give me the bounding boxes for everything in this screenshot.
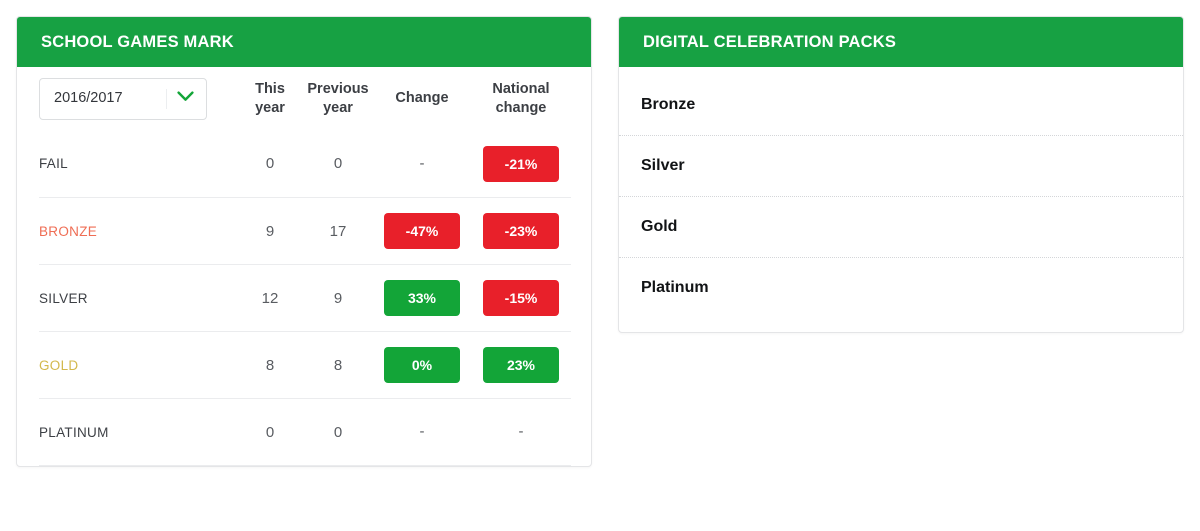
row-label-fail: FAIL	[39, 156, 68, 172]
year-select-cell: 2016/2017	[39, 67, 237, 131]
list-item[interactable]: Gold	[619, 195, 1183, 257]
cell-this-year: 8	[237, 331, 303, 399]
digital-celebration-packs-card: DIGITAL CELEBRATION PACKS Bronze Silver …	[618, 16, 1184, 333]
table-row: GOLD 8 8 0% 23%	[39, 331, 571, 399]
column-header-national-change: National change	[471, 67, 571, 131]
table-row: FAIL 0 0 - -21%	[39, 131, 571, 198]
column-header-this-year: This year	[237, 67, 303, 131]
year-select-value: 2016/2017	[54, 90, 123, 107]
pack-item-label: Gold	[641, 217, 678, 235]
column-header-change-label: Change	[395, 90, 449, 107]
cell-previous-year: 0	[303, 398, 373, 466]
table-header-row: 2016/2017 This year Previous year Change…	[39, 67, 571, 131]
year-select-divider	[166, 88, 167, 109]
school-games-mark-table: 2016/2017 This year Previous year Change…	[39, 67, 571, 466]
national-change-value: -	[518, 423, 524, 440]
pack-item-label: Bronze	[641, 95, 696, 113]
cell-change: 0%	[373, 331, 471, 399]
school-games-mark-card: SCHOOL GAMES MARK 2016/2017 This year Pr…	[16, 16, 592, 467]
cell-this-year: 0	[237, 398, 303, 466]
cell-change: -	[373, 131, 471, 198]
school-games-mark-title: SCHOOL GAMES MARK	[17, 17, 591, 67]
cell-national-change: -23%	[471, 197, 571, 265]
cell-this-year: 0	[265, 155, 275, 173]
dashboard-page: SCHOOL GAMES MARK 2016/2017 This year Pr…	[0, 0, 1200, 531]
row-label-bronze: BRONZE	[39, 197, 237, 265]
cell-previous-year: 8	[303, 331, 373, 399]
table-row: BRONZE 9 17 -47% -23%	[39, 197, 571, 265]
row-label-platinum: PLATINUM	[39, 398, 237, 466]
list-item[interactable]: Bronze	[619, 75, 1183, 135]
cell-previous-year: 17	[303, 197, 373, 265]
status-badge: 23%	[483, 347, 559, 383]
table-row: PLATINUM 0 0 - -	[39, 398, 571, 466]
column-header-previous-year-line1: Previous	[307, 81, 369, 98]
row-label-gold: GOLD	[39, 331, 237, 399]
cell-change: 33%	[373, 264, 471, 332]
list-item[interactable]: Silver	[619, 134, 1183, 196]
column-header-this-year-line1: This	[255, 81, 285, 98]
status-badge: 0%	[384, 347, 460, 383]
cell-national-change: -	[471, 398, 571, 466]
cell-this-year: 12	[237, 264, 303, 332]
column-header-previous-year-line2: year	[323, 99, 353, 116]
status-badge: 33%	[384, 280, 460, 316]
status-badge: -15%	[483, 280, 559, 316]
school-games-mark-body: 2016/2017 This year Previous year Change…	[17, 67, 591, 466]
change-value: -	[419, 423, 425, 440]
cell-national-change: 23%	[471, 331, 571, 399]
column-header-this-year-line2: year	[255, 99, 285, 116]
pack-item-label: Silver	[641, 156, 685, 174]
list-item[interactable]: Platinum	[619, 256, 1183, 318]
year-select[interactable]: 2016/2017	[39, 77, 207, 120]
status-badge: -23%	[483, 213, 559, 249]
digital-celebration-packs-title: DIGITAL CELEBRATION PACKS	[619, 17, 1183, 67]
column-header-change: Change	[373, 67, 471, 131]
change-value: -	[419, 154, 425, 172]
cell-national-change: -15%	[471, 264, 571, 332]
row-label-silver: SILVER	[39, 264, 237, 332]
packs-list: Bronze Silver Gold Platinum	[619, 67, 1183, 332]
column-header-national-change-line2: change	[495, 99, 547, 116]
table-header: 2016/2017 This year Previous year Change…	[39, 67, 571, 131]
cell-change: -	[373, 398, 471, 466]
chevron-down-icon	[177, 89, 194, 107]
cell-national-change: -21%	[471, 131, 571, 198]
column-header-national-change-line1: National	[492, 81, 550, 98]
table-row: SILVER 12 9 33% -15%	[39, 264, 571, 332]
column-header-previous-year: Previous year	[303, 67, 373, 131]
table-body: FAIL 0 0 - -21% BRONZE 9 17 -47% -23% SI…	[39, 131, 571, 466]
status-badge: -21%	[483, 145, 559, 182]
cell-previous-year: 9	[303, 264, 373, 332]
cell-previous-year: 0	[333, 155, 343, 173]
cell-change: -47%	[373, 197, 471, 265]
pack-item-label: Platinum	[641, 278, 709, 296]
status-badge: -47%	[384, 213, 460, 249]
cell-this-year: 9	[237, 197, 303, 265]
